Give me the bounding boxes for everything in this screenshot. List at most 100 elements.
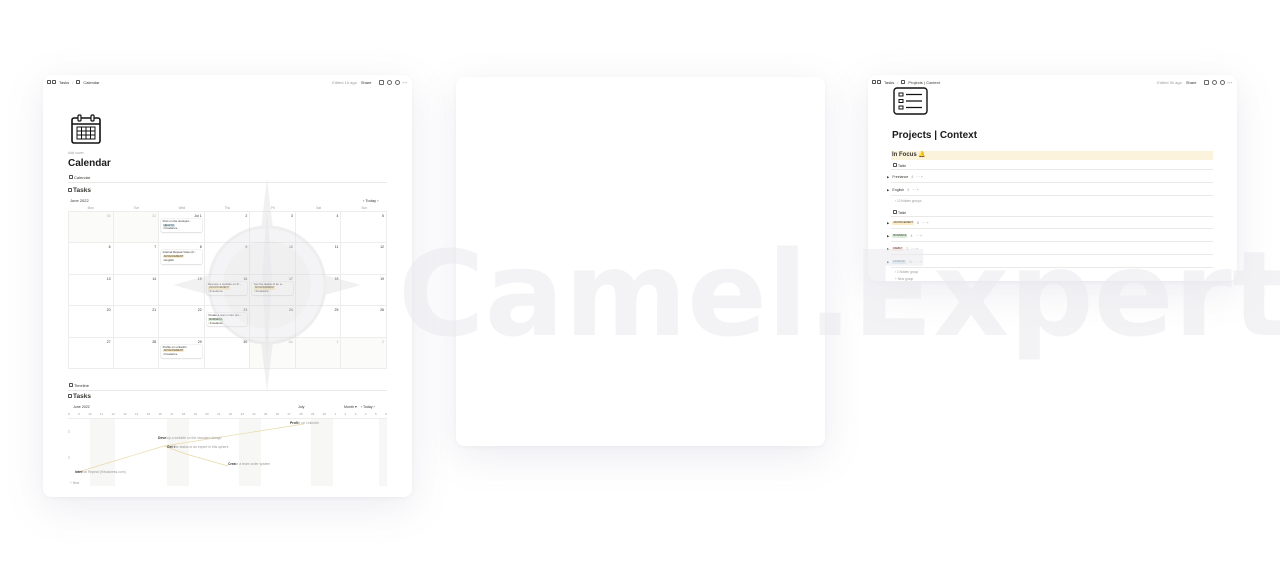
new-item-button[interactable]: + New — [70, 481, 79, 485]
share-button[interactable]: Share — [1186, 80, 1197, 85]
calendar-day-cell[interactable]: 19 — [341, 274, 387, 306]
day-number: 25 — [334, 308, 339, 313]
drag-handle-icon[interactable]: ⠿ — [68, 456, 70, 460]
calendar-event-card[interactable]: Internal Repeat Video (fr... ADVANCEMENT ▪… — [161, 250, 202, 264]
group-actions-icon[interactable]: ··· + — [916, 175, 923, 179]
view-tab-table[interactable]: Table — [893, 210, 906, 215]
clock-icon[interactable] — [1211, 79, 1217, 85]
drag-handle-icon[interactable]: ⠿ — [68, 430, 70, 434]
group-row[interactable]: ▶ Freelance 4 ··· + — [887, 175, 923, 179]
timeline-today-button[interactable]: Today — [363, 405, 373, 409]
group-actions-icon[interactable]: ··· + — [915, 234, 922, 238]
calendar-day-cell[interactable]: 8 Internal Repeat Video (fr... ADVANCEMENT… — [159, 243, 205, 274]
calendar-day-cell[interactable]: Jul — [250, 337, 296, 368]
calendar-day-cell[interactable]: 4 — [296, 212, 342, 243]
next-month-icon[interactable]: › — [377, 198, 378, 203]
toggle-arrow-icon[interactable]: ▶ — [887, 247, 889, 251]
timeline-item[interactable]: Create a team order system — [228, 462, 270, 466]
calendar-day-cell[interactable]: 16 Develop a website on th... ADVANCEMENT ▪… — [205, 274, 251, 306]
group-row[interactable]: ▶ FAMILY 2 ··· + — [887, 247, 918, 251]
group-actions-icon[interactable]: ··· + — [912, 188, 919, 192]
calendar-day-cell[interactable]: 15 — [159, 274, 205, 306]
calendar-day-cell[interactable]: 1 — [295, 337, 342, 368]
group-actions-icon[interactable]: ··· + — [911, 247, 918, 251]
toggle-arrow-icon[interactable]: ▶ — [887, 221, 889, 225]
calendar-day-cell[interactable]: 9 — [205, 243, 251, 274]
prev-icon[interactable]: ‹ — [361, 405, 362, 409]
calendar-day-cell[interactable]: 2 — [205, 212, 251, 243]
next-icon[interactable]: › — [374, 405, 375, 409]
calendar-day-cell[interactable]: 18 — [296, 274, 342, 306]
more-options-icon[interactable]: ··· — [403, 80, 409, 85]
new-group-button[interactable]: + New group — [895, 277, 913, 281]
calendar-day-cell[interactable]: 10 — [250, 243, 296, 274]
calendar-day-cell[interactable]: 29 Profile on LinkedIn ADVANCEMENT ▪ Freela… — [159, 337, 205, 368]
clock-icon[interactable] — [386, 79, 392, 85]
calendar-day-cell[interactable]: 11 — [296, 243, 342, 274]
calendar-event-card[interactable]: Post on the stockpot... HEALTH ▪ Freelance — [161, 219, 202, 233]
group-row[interactable]: ▶ ADVANCEMENT 6 ··· + — [887, 221, 929, 225]
add-cover-link[interactable]: Add cover — [68, 151, 84, 155]
calendar-day-cell[interactable]: 20 — [68, 306, 114, 337]
timeline-item[interactable]: Profile on LinkedIn — [290, 421, 319, 425]
timeline-scale-select[interactable]: Month — [344, 405, 354, 409]
chevron-down-icon[interactable]: ▾ — [355, 405, 357, 409]
page-title: Calendar — [68, 158, 111, 169]
calendar-day-cell[interactable]: 26 — [341, 306, 387, 337]
group-actions-icon[interactable]: ··· + — [915, 260, 922, 264]
sidebar-toggle-icon[interactable] — [47, 80, 51, 84]
timeline-item[interactable]: Develop a website on the standard design — [158, 436, 221, 440]
calendar-day-cell[interactable]: 30 — [68, 212, 114, 243]
share-button[interactable]: Share — [361, 80, 372, 85]
calendar-event-card[interactable]: Get the status of an a... ADVANCEMENT ▪ Fr… — [252, 281, 293, 295]
star-icon[interactable] — [1219, 79, 1225, 85]
calendar-day-cell[interactable]: 17 Get the status of an a... ADVANCEMENT ▪ … — [250, 274, 296, 306]
calendar-day-cell[interactable]: 28 — [114, 337, 160, 368]
calendar-day-cell[interactable]: 24 — [250, 306, 296, 337]
toggle-arrow-icon[interactable]: ▶ — [887, 188, 889, 192]
calendar-day-cell[interactable]: 25 — [296, 306, 342, 337]
calendar-event-card[interactable]: Profile on LinkedIn ADVANCEMENT ▪ Freelanc… — [161, 344, 202, 358]
more-options-icon[interactable]: ··· — [1228, 80, 1234, 85]
group-row[interactable]: ▶ English 3 ··· + — [887, 188, 919, 192]
calendar-day-cell[interactable]: 27 — [68, 337, 114, 368]
hidden-groups-toggle[interactable]: › 1 hidden group — [895, 270, 918, 274]
breadcrumb-item[interactable]: Projects | Context — [908, 80, 940, 85]
breadcrumb-item[interactable]: Calendar — [83, 80, 99, 85]
calendar-day-cell[interactable]: 7 — [114, 243, 160, 274]
view-tab-table[interactable]: Table — [893, 163, 906, 168]
calendar-event-card[interactable]: Develop a website on th... ADVANCEMENT ▪ F… — [206, 281, 248, 295]
calendar-day-cell[interactable]: 31 — [113, 212, 160, 243]
calendar-day-cell[interactable]: 2 — [341, 337, 387, 368]
calendar-day-cell[interactable]: 3 — [250, 212, 296, 243]
calendar-day-cell[interactable]: Jul 1 Post on the stockpot... HEALTH ▪ Free… — [159, 212, 205, 243]
group-row[interactable]: ▶ BUSINESS 4 ··· + — [887, 234, 922, 238]
calendar-day-cell[interactable]: 13 — [68, 274, 114, 306]
timeline-item[interactable]: Internal Repeat (fr/business.com) — [75, 470, 126, 474]
calendar-day-cell[interactable]: 14 — [114, 274, 160, 306]
calendar-day-cell[interactable]: 22 — [159, 306, 205, 337]
comment-icon[interactable] — [1203, 79, 1209, 85]
group-actions-icon[interactable]: ··· + — [922, 221, 929, 225]
today-button[interactable]: Today — [365, 198, 376, 203]
calendar-day-cell[interactable]: 5 — [341, 212, 387, 243]
database-title[interactable]: Tasks — [68, 187, 91, 194]
breadcrumb-item[interactable]: Tasks — [59, 80, 69, 85]
timeline-database-title[interactable]: Tasks — [68, 393, 91, 400]
toggle-arrow-icon[interactable]: ▶ — [887, 234, 889, 238]
timeline-item[interactable]: Get the status of an expert in this sphe… — [167, 445, 228, 449]
toggle-arrow-icon[interactable]: ▶ — [887, 175, 889, 179]
comment-icon[interactable] — [378, 79, 384, 85]
calendar-day-cell[interactable]: 30 — [205, 337, 251, 368]
star-icon[interactable] — [394, 79, 400, 85]
hidden-groups-toggle[interactable]: › 12 hidden groups — [895, 199, 922, 203]
calendar-event-card[interactable]: Create a team order pro... BUSINESS ▪ Free… — [206, 313, 248, 327]
calendar-day-cell[interactable]: 23 Create a team order pro... BUSINESS ▪ Fr… — [205, 306, 251, 337]
calendar-day-cell[interactable]: 21 — [114, 306, 160, 337]
breadcrumb-item[interactable]: Tasks — [884, 80, 894, 85]
group-row[interactable]: ▶ FINANCE 11 ··· + — [887, 260, 922, 264]
toggle-arrow-icon[interactable]: ▶ — [887, 260, 889, 264]
calendar-day-cell[interactable]: 6 — [68, 243, 114, 274]
sidebar-toggle-icon[interactable] — [872, 80, 876, 84]
calendar-day-cell[interactable]: 12 — [341, 243, 387, 274]
